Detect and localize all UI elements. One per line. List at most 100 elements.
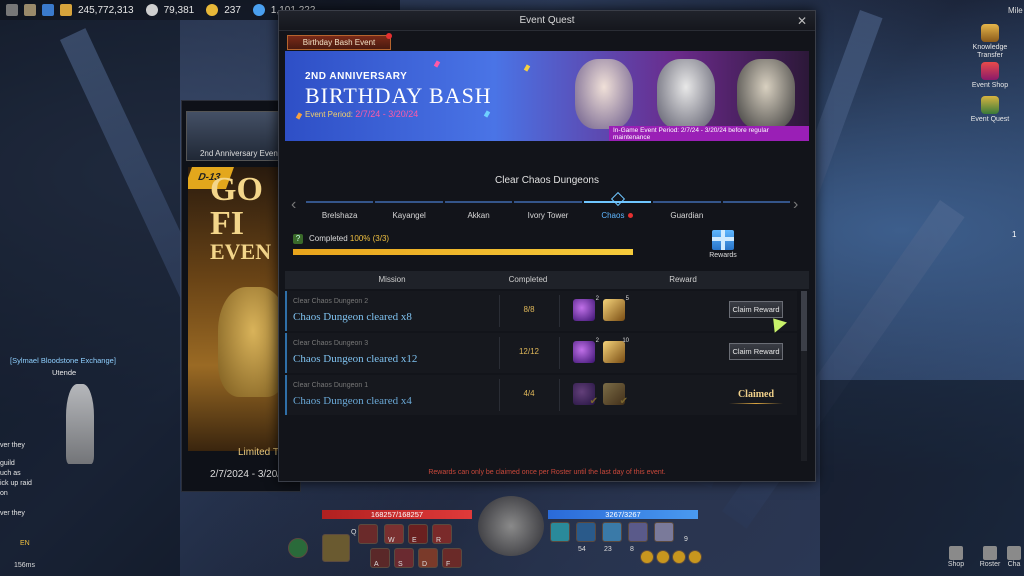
knowledge-transfer-button[interactable]: Knowledge Transfer — [970, 24, 1010, 60]
reward-orb-icon[interactable]: 2 — [573, 296, 599, 321]
reward-chest-icon[interactable]: 10 — [603, 338, 629, 363]
event-shop-button[interactable]: Event Shop — [970, 62, 1010, 90]
roster-menu-button[interactable]: Roster — [976, 546, 1004, 568]
tab-kayangel[interactable]: Kayangel — [375, 201, 443, 223]
stack-count: 9 — [684, 536, 688, 543]
npc-figure — [66, 384, 94, 464]
silver-amount: 245,772,313 — [78, 4, 134, 16]
tab-guardian[interactable]: Guardian — [653, 201, 721, 223]
chevron-right-icon[interactable]: › — [793, 196, 798, 214]
shop-menu-button[interactable]: Shop — [942, 546, 970, 568]
tab-birthday-bash[interactable]: Birthday Bash Event — [287, 33, 392, 50]
banner-title: BIRTHDAY BASH — [305, 83, 492, 108]
item-count: 54 — [578, 546, 586, 553]
character-portrait — [657, 59, 715, 129]
reward-chest-icon[interactable]: ✔ — [603, 383, 628, 407]
roster-icon — [983, 546, 997, 560]
chat-line: uch as — [0, 470, 21, 477]
scrollbar[interactable] — [801, 291, 807, 461]
notification-dot-icon — [386, 33, 392, 39]
item-slot[interactable] — [602, 522, 622, 542]
rewards-label: Rewards — [709, 252, 737, 259]
mail-icon[interactable] — [6, 4, 18, 16]
menu-label: Cha — [1007, 561, 1021, 568]
banner-word: EVEN — [210, 239, 272, 264]
claim-reward-button[interactable]: Claim Reward — [729, 343, 783, 360]
skill-key: W — [388, 537, 395, 544]
skill-key: S — [398, 561, 403, 568]
skill-slot[interactable]: S — [394, 548, 414, 568]
close-icon[interactable]: ✕ — [795, 14, 809, 28]
skill-slot[interactable]: A — [370, 548, 390, 568]
mission-count: 12/12 — [518, 347, 540, 356]
reward-chest-icon[interactable]: 5 — [603, 296, 629, 321]
inventory-icon[interactable] — [24, 4, 36, 16]
skill-key: D — [422, 561, 428, 568]
footer-note: Rewards can only be claimed once per Ros… — [428, 469, 666, 476]
banner-anniversary: 2ND ANNIVERSARY — [305, 71, 408, 82]
event-quest-dialog: Event Quest ✕ Birthday Bash Event 2ND AN… — [278, 10, 816, 482]
character-menu-button[interactable]: Cha — [1004, 546, 1024, 568]
confetti-decoration — [295, 112, 303, 120]
tab-empty[interactable] — [722, 201, 790, 223]
quickslot[interactable] — [656, 550, 670, 564]
menu-label: Roster — [979, 561, 1001, 568]
reward-orb-icon[interactable]: 2 — [573, 338, 599, 363]
item-slot[interactable] — [550, 522, 570, 542]
skill-slot[interactable]: E — [408, 524, 428, 544]
character-icon — [1007, 546, 1021, 560]
identity-skill-slot[interactable] — [322, 534, 350, 562]
scrollbar-thumb[interactable] — [801, 291, 807, 351]
skill-slot[interactable]: D — [418, 548, 438, 568]
column-completed: Completed — [508, 275, 548, 284]
rewards-button[interactable]: Rewards — [705, 230, 741, 259]
event-quest-button[interactable]: Event Quest — [970, 96, 1010, 124]
quickslot[interactable] — [640, 550, 654, 564]
tab-ivory-tower[interactable]: Ivory Tower — [514, 201, 582, 223]
item-slot[interactable] — [654, 522, 674, 542]
confetti-decoration — [483, 110, 491, 118]
reward-orb-icon[interactable]: ✔ — [573, 383, 598, 407]
checkmark-icon: ✔ — [589, 396, 598, 407]
exchange-label: [Sylmael Bloodstone Exchange] — [10, 356, 116, 365]
progress-fill — [293, 249, 633, 255]
tab-chaos[interactable]: Chaos — [583, 201, 652, 223]
character-portrait — [575, 59, 633, 129]
tab-label: Birthday Bash Event — [302, 38, 376, 47]
chevron-left-icon[interactable]: ‹ — [291, 196, 296, 214]
quickslot[interactable] — [688, 550, 702, 564]
event-banner: 2ND ANNIVERSARY BIRTHDAY BASH Event Peri… — [285, 51, 809, 141]
divider — [559, 379, 560, 411]
tab-akkan[interactable]: Akkan — [444, 201, 513, 223]
skill-slot[interactable]: R — [432, 524, 452, 544]
item-qty: 10 — [622, 338, 629, 344]
chest-icon[interactable] — [60, 4, 72, 16]
mission-title: Chaos Dungeon cleared x4 — [293, 395, 412, 407]
skill-slot[interactable]: F — [442, 548, 462, 568]
tab-brelshaza[interactable]: Brelshaza — [306, 201, 374, 223]
item-count: 23 — [604, 546, 612, 553]
chat-line: guild — [0, 460, 15, 467]
side-label: Event Shop — [971, 82, 1009, 89]
party-indicator: 1 — [1012, 230, 1017, 239]
progress-text: Completed 100% (3/3) — [309, 234, 389, 243]
item-slot[interactable] — [628, 522, 648, 542]
cart-icon — [949, 546, 963, 560]
skill-slot[interactable]: W — [384, 524, 404, 544]
awakening-slot[interactable] — [288, 538, 308, 558]
chat-line: ick up raid — [0, 480, 32, 487]
chat-language[interactable]: EN — [20, 540, 30, 547]
chat-line: on — [0, 490, 8, 497]
map-icon[interactable] — [42, 4, 54, 16]
divider — [559, 295, 560, 327]
table-row: Clear Chaos Dungeon 2 Chaos Dungeon clea… — [285, 291, 797, 333]
confetti-decoration — [523, 64, 531, 72]
banner-note: In-Game Event Period: 2/7/24 - 3/20/24 b… — [609, 126, 809, 141]
quickslot[interactable] — [672, 550, 686, 564]
item-slot[interactable] — [576, 522, 596, 542]
character-emblem — [478, 496, 544, 556]
skill-slot[interactable]: Q — [351, 524, 378, 544]
mp-bar: 3267/3267 — [548, 510, 698, 519]
help-icon[interactable]: ? — [293, 234, 303, 244]
npc-name: Utende — [52, 368, 77, 377]
